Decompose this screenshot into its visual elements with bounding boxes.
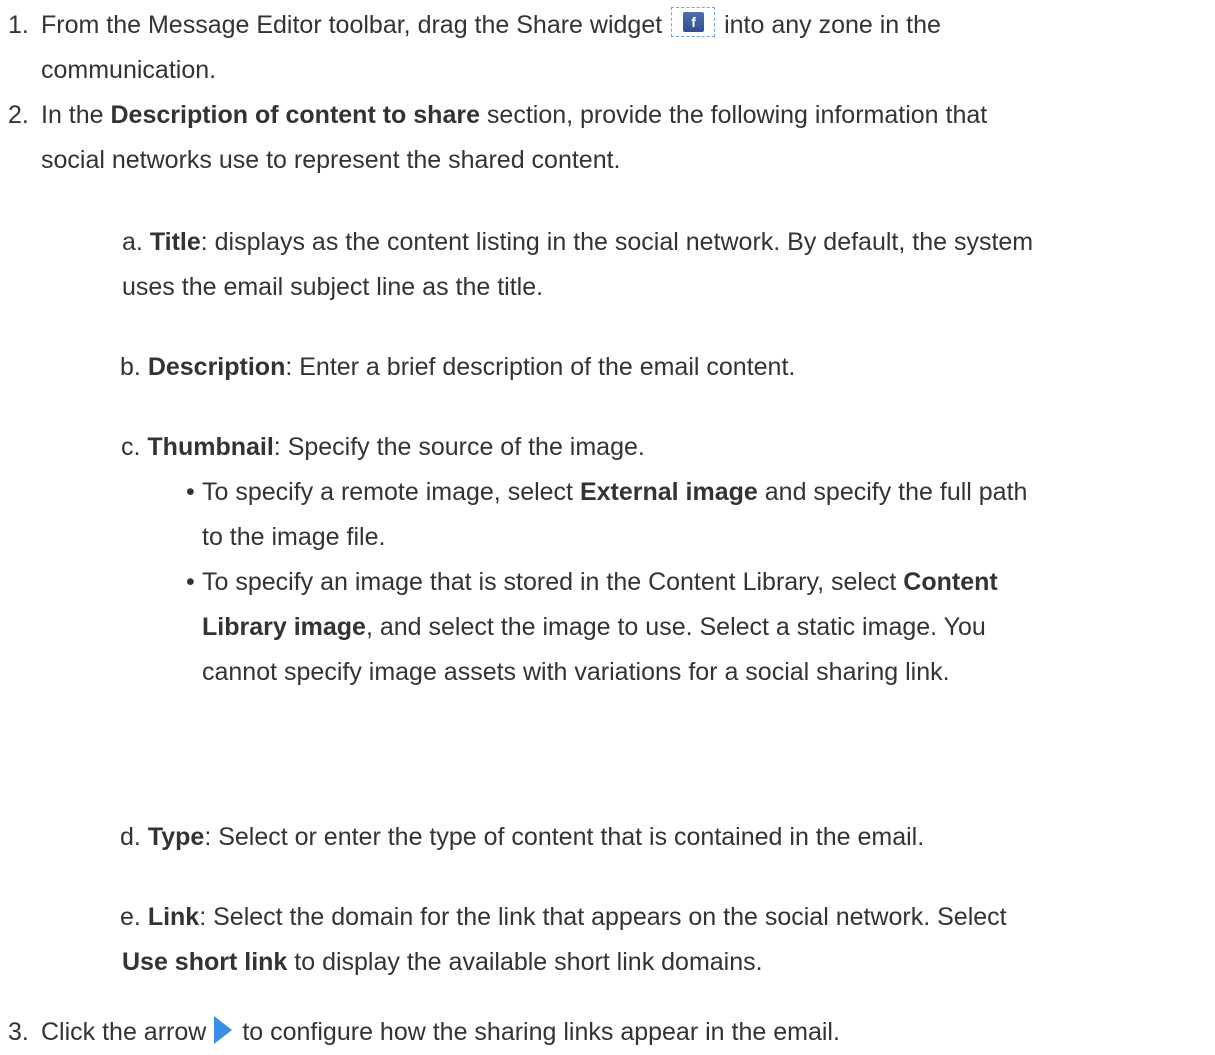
step-number: 3. <box>8 1018 29 1046</box>
subitem-letter: a. <box>122 228 143 256</box>
subitem-b: b. Description: Enter a brief descriptio… <box>120 345 1205 390</box>
step-2: 2. In the Description of content to shar… <box>8 93 1203 138</box>
step-2-line2-wrap: social networks use to represent the sha… <box>41 138 1215 183</box>
step-3: 3. Click the arrow to configure how the s… <box>8 1010 1203 1055</box>
facebook-share-icon: f <box>671 7 716 37</box>
step-2-text-cont: section, provide the following informati… <box>479 101 988 129</box>
step-1-line2: communication. <box>41 56 217 84</box>
subitem-letter: e. <box>120 903 141 931</box>
step-1-text: From the Message Editor toolbar, drag th… <box>41 11 663 39</box>
subitem-c-text: : Specify the source of the image. <box>273 433 645 461</box>
subitem-d-label: Type <box>147 823 205 851</box>
subitem-a-label: Title <box>149 228 201 256</box>
subitem-b-label: Description <box>147 353 286 381</box>
step-1: 1. From the Message Editor toolbar, drag… <box>8 3 1203 93</box>
subitem-letter: d. <box>120 823 141 851</box>
subitem-a: a. Title: displays as the content listin… <box>122 220 1207 265</box>
step-3-text: Click the arrow <box>41 1018 207 1046</box>
bullet-1-text: To specify a remote image, select <box>202 478 580 506</box>
bullet-2-bold-line2: Library image <box>202 613 366 641</box>
subitem-c: c. Thumbnail: Specify the source of the … <box>121 425 1206 470</box>
bullet-2-text: To specify an image that is stored in th… <box>202 568 904 596</box>
step-2-bold: Description of content to share <box>110 101 480 129</box>
subitem-e-text: : Select the domain for the link that ap… <box>199 903 1007 931</box>
subitem-e-bold2: Use short link <box>122 948 288 976</box>
bullet-2-bold: Content <box>903 568 998 596</box>
bullet-1-bold: External image <box>579 478 758 506</box>
bullet-1-text-cont: and specify the full path <box>757 478 1028 506</box>
blue-arrow-icon <box>214 1016 233 1044</box>
subitem-a-line2: uses the email subject line as the title… <box>122 265 1207 310</box>
subitem-b-text: : Enter a brief description of the email… <box>285 353 796 381</box>
step-number: 2. <box>8 101 29 129</box>
subitem-d: d. Type: Select or enter the type of con… <box>120 815 1205 860</box>
subitem-e-text2: to display the available short link doma… <box>287 948 763 976</box>
step-1-text-cont: into any zone in the <box>724 11 941 39</box>
bullet-item: • To specify an image that is stored in … <box>186 560 1211 695</box>
step-3-text-cont: to configure how the sharing links appea… <box>242 1018 840 1046</box>
subitem-e: e. Link: Select the domain for the link … <box>120 895 1205 940</box>
bullet-2-line3: cannot specify image assets with variati… <box>202 658 950 686</box>
bullet-2-line2: , and select the image to use. Select a … <box>365 613 986 641</box>
step-number: 1. <box>8 11 29 39</box>
subitem-a-text: : displays as the content listing in the… <box>200 228 1034 256</box>
bullet-1-line2: to the image file. <box>202 523 386 551</box>
bullet-dot: • <box>186 478 195 506</box>
bullet-dot: • <box>186 568 195 596</box>
subitem-e-line2: Use short link to display the available … <box>122 940 1207 985</box>
document-page: 1. From the Message Editor toolbar, drag… <box>0 0 1215 1046</box>
step-2-line2: social networks use to represent the sha… <box>41 146 621 174</box>
subitem-e-label: Link <box>147 903 200 931</box>
subitem-d-text: : Select or enter the type of content th… <box>204 823 925 851</box>
subitem-c-label: Thumbnail <box>147 433 274 461</box>
subitem-a-line2-text: uses the email subject line as the title… <box>122 273 544 301</box>
bullet-item: • To specify a remote image, select Exte… <box>186 470 1211 560</box>
subitem-letter: c. <box>121 433 141 461</box>
subitem-letter: b. <box>120 353 141 381</box>
step-2-text: In the <box>41 101 111 129</box>
